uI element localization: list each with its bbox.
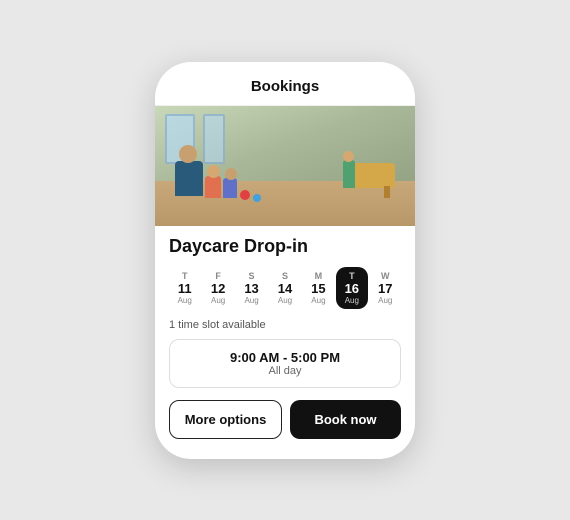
day-num: 12 xyxy=(211,281,225,296)
page-header: Bookings xyxy=(155,62,415,106)
event-image xyxy=(155,106,415,226)
time-slot[interactable]: 9:00 AM - 5:00 PM All day xyxy=(169,339,401,388)
day-num: 17 xyxy=(378,281,392,296)
month: Aug xyxy=(244,296,258,305)
event-content: Daycare Drop-in T 11 Aug F 12 Aug S 13 A… xyxy=(155,226,415,439)
more-options-button[interactable]: More options xyxy=(169,400,282,439)
date-item-13[interactable]: S 13 Aug xyxy=(236,267,267,309)
slots-label: 1 time slot available xyxy=(169,319,401,331)
month: Aug xyxy=(211,296,225,305)
date-item-12[interactable]: F 12 Aug xyxy=(202,267,233,309)
month: Aug xyxy=(378,296,392,305)
date-item-16[interactable]: T 16 Aug xyxy=(336,267,367,309)
book-now-button[interactable]: Book now xyxy=(290,400,401,439)
all-day-label: All day xyxy=(180,365,390,377)
day-letter: M xyxy=(315,271,323,281)
date-item-15[interactable]: M 15 Aug xyxy=(303,267,334,309)
month: Aug xyxy=(345,296,359,305)
month: Aug xyxy=(278,296,292,305)
day-letter: S xyxy=(249,271,255,281)
day-num: 15 xyxy=(311,281,325,296)
time-range: 9:00 AM - 5:00 PM xyxy=(180,350,390,365)
month: Aug xyxy=(311,296,325,305)
month: Aug xyxy=(178,296,192,305)
day-letter: W xyxy=(381,271,390,281)
day-letter: S xyxy=(282,271,288,281)
day-num: 16 xyxy=(345,281,359,296)
page-title: Bookings xyxy=(251,78,319,95)
day-num: 13 xyxy=(244,281,258,296)
phone-frame: Bookings Daycare Drop-in T 11 Aug F xyxy=(155,62,415,459)
event-title: Daycare Drop-in xyxy=(169,236,401,257)
date-item-11[interactable]: T 11 Aug xyxy=(169,267,200,309)
date-item-17[interactable]: W 17 Aug xyxy=(370,267,401,309)
date-item-14[interactable]: S 14 Aug xyxy=(269,267,300,309)
action-buttons: More options Book now xyxy=(169,400,401,439)
day-letter: F xyxy=(215,271,221,281)
date-strip: T 11 Aug F 12 Aug S 13 Aug S 14 Aug M 15 xyxy=(169,267,401,309)
day-letter: T xyxy=(349,271,355,281)
day-num: 11 xyxy=(178,281,192,296)
day-letter: T xyxy=(182,271,188,281)
day-num: 14 xyxy=(278,281,292,296)
